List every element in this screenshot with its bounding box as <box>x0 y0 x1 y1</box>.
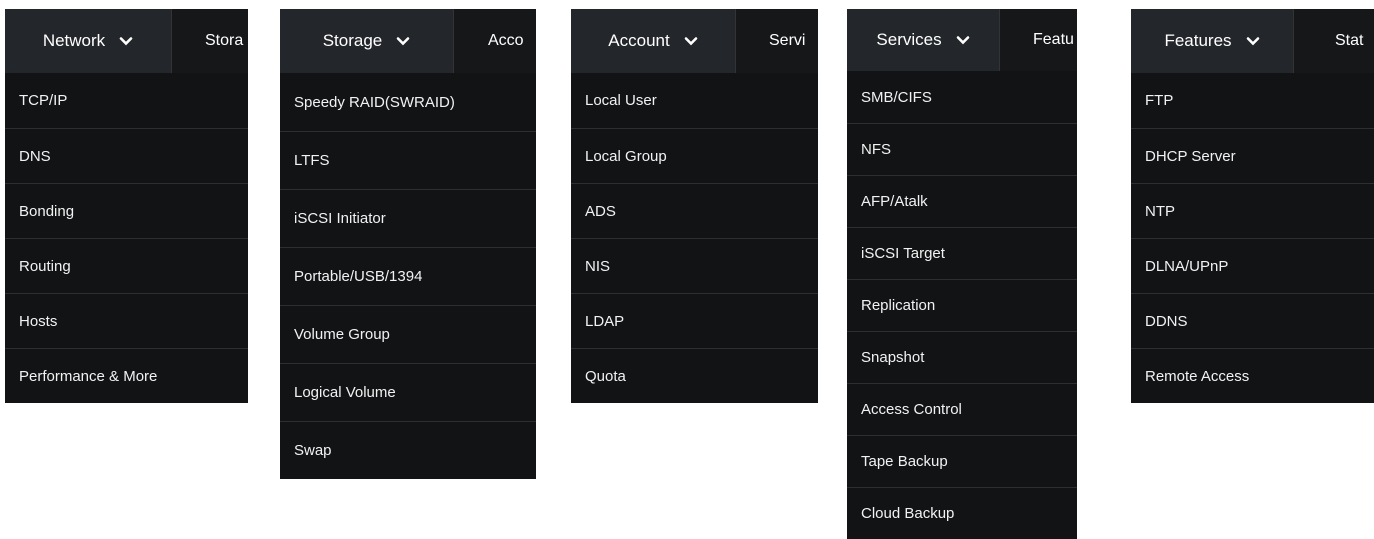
chevron-down-icon <box>684 37 698 46</box>
menu-item-replication[interactable]: Replication <box>847 279 1077 331</box>
menu-item-ntp[interactable]: NTP <box>1131 183 1374 238</box>
tab-label: Storage <box>322 31 383 50</box>
menu-item-iscsi-initiator[interactable]: iSCSI Initiator <box>280 189 536 247</box>
nav-tab-bar: Features Stat <box>1131 9 1374 73</box>
menu-item-ftp[interactable]: FTP <box>1131 73 1374 128</box>
tab-label: Features <box>1164 31 1232 50</box>
menu-item-smb-cifs[interactable]: SMB/CIFS <box>847 71 1077 123</box>
menu-item-portable-usb[interactable]: Portable/USB/1394 <box>280 247 536 305</box>
tab-services[interactable]: Servi <box>769 9 805 73</box>
features-menu-panel: Features Stat FTP DHCP Server NTP DLNA/U… <box>1131 9 1374 403</box>
menu-item-iscsi-target[interactable]: iSCSI Target <box>847 227 1077 279</box>
menu-item-ldap[interactable]: LDAP <box>571 293 818 348</box>
menu-item-routing[interactable]: Routing <box>5 238 248 293</box>
menu-item-local-group[interactable]: Local Group <box>571 128 818 183</box>
tab-label: Account <box>608 31 670 50</box>
services-dropdown-menu: SMB/CIFS NFS AFP/Atalk iSCSI Target Repl… <box>847 71 1077 539</box>
account-dropdown-menu: Local User Local Group ADS NIS LDAP Quot… <box>571 73 818 403</box>
storage-dropdown-menu: Speedy RAID(SWRAID) LTFS iSCSI Initiator… <box>280 73 536 479</box>
menu-item-dhcp-server[interactable]: DHCP Server <box>1131 128 1374 183</box>
menu-item-dlna-upnp[interactable]: DLNA/UPnP <box>1131 238 1374 293</box>
tab-account[interactable]: Acco <box>488 9 524 73</box>
menu-item-quota[interactable]: Quota <box>571 348 818 403</box>
account-menu-panel: Account Servi Local User Local Group ADS… <box>571 9 818 403</box>
chevron-down-icon <box>396 37 410 46</box>
menu-item-dns[interactable]: DNS <box>5 128 248 183</box>
menu-item-hosts[interactable]: Hosts <box>5 293 248 348</box>
menu-item-snapshot[interactable]: Snapshot <box>847 331 1077 383</box>
menu-item-local-user[interactable]: Local User <box>571 73 818 128</box>
tab-account[interactable]: Account <box>571 9 736 73</box>
menu-item-afp-atalk[interactable]: AFP/Atalk <box>847 175 1077 227</box>
tab-label: Services <box>876 30 942 49</box>
menu-item-volume-group[interactable]: Volume Group <box>280 305 536 363</box>
tab-storage[interactable]: Stora <box>205 9 243 73</box>
menu-item-tcpip[interactable]: TCP/IP <box>5 73 248 128</box>
menu-item-bonding[interactable]: Bonding <box>5 183 248 238</box>
tab-network[interactable]: Network <box>5 9 172 73</box>
tab-services[interactable]: Services <box>847 9 1000 71</box>
tab-status[interactable]: Stat <box>1335 9 1363 73</box>
network-dropdown-menu: TCP/IP DNS Bonding Routing Hosts Perform… <box>5 73 248 403</box>
menu-item-swap[interactable]: Swap <box>280 421 536 479</box>
network-menu-panel: Network Stora TCP/IP DNS Bonding Routing… <box>5 9 248 403</box>
nav-tab-bar: Services Featu <box>847 9 1077 71</box>
nav-tab-bar: Storage Acco <box>280 9 536 73</box>
chevron-down-icon <box>1246 37 1259 46</box>
storage-menu-panel: Storage Acco Speedy RAID(SWRAID) LTFS iS… <box>280 9 536 479</box>
menu-item-remote-access[interactable]: Remote Access <box>1131 348 1374 403</box>
chevron-down-icon <box>956 36 969 45</box>
menu-item-logical-volume[interactable]: Logical Volume <box>280 363 536 421</box>
menu-item-ddns[interactable]: DDNS <box>1131 293 1374 348</box>
chevron-down-icon <box>119 37 133 46</box>
menu-item-speedy-raid[interactable]: Speedy RAID(SWRAID) <box>280 73 536 131</box>
tab-features[interactable]: Featu <box>1033 9 1074 71</box>
nav-tab-bar: Network Stora <box>5 9 248 73</box>
menu-item-cloud-backup[interactable]: Cloud Backup <box>847 487 1077 539</box>
tab-storage[interactable]: Storage <box>280 9 454 73</box>
tab-features[interactable]: Features <box>1131 9 1294 73</box>
menu-item-nfs[interactable]: NFS <box>847 123 1077 175</box>
features-dropdown-menu: FTP DHCP Server NTP DLNA/UPnP DDNS Remot… <box>1131 73 1374 403</box>
menu-item-tape-backup[interactable]: Tape Backup <box>847 435 1077 487</box>
menu-item-nis[interactable]: NIS <box>571 238 818 293</box>
menu-item-access-control[interactable]: Access Control <box>847 383 1077 435</box>
menu-item-ads[interactable]: ADS <box>571 183 818 238</box>
services-menu-panel: Services Featu SMB/CIFS NFS AFP/Atalk iS… <box>847 9 1077 539</box>
tab-label: Network <box>42 31 106 50</box>
menu-item-ltfs[interactable]: LTFS <box>280 131 536 189</box>
menu-item-performance-more[interactable]: Performance & More <box>5 348 248 403</box>
nav-tab-bar: Account Servi <box>571 9 818 73</box>
